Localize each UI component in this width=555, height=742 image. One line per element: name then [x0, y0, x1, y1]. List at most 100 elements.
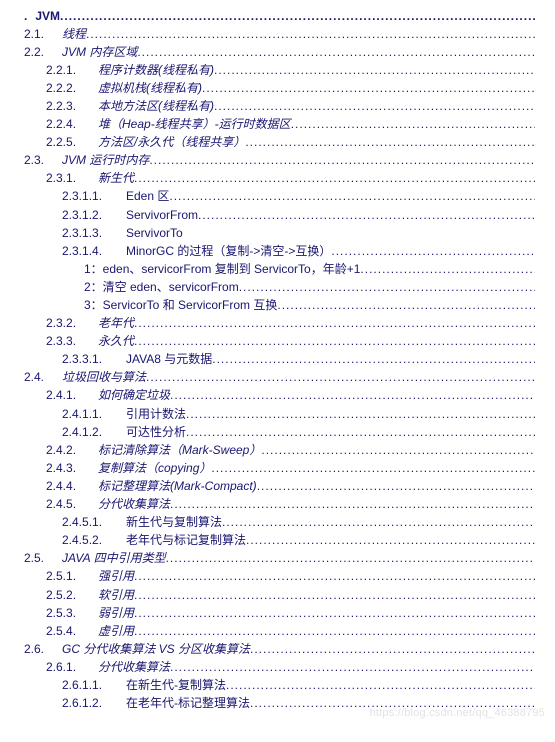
toc-entry-leader-dots: [202, 81, 535, 97]
toc-entry[interactable]: 3：ServicorTo 和 ServicorFrom 互换: [24, 298, 535, 314]
toc-entry-leader-dots: [250, 696, 535, 712]
toc-entry[interactable]: 2.3.1.新生代: [24, 171, 535, 187]
toc-entry-number: 2.5.1.: [46, 569, 90, 585]
toc-entry[interactable]: 2.4.5.1. 新生代与复制算法: [24, 515, 535, 531]
toc-entry[interactable]: 2.5.JAVA 四中引用类型: [24, 551, 535, 567]
toc-entry-title: 方法区/永久代（线程共享）: [98, 135, 245, 151]
toc-entry-leader-dots: [137, 45, 535, 61]
toc-entry[interactable]: 2.2.2.虚拟机栈(线程私有): [24, 81, 535, 97]
toc-entry-number: 2.4.5.: [46, 497, 90, 513]
toc-entry[interactable]: 2.2.5. 方法区/永久代（线程共享）: [24, 135, 535, 151]
toc-entry-title: 永久代: [98, 334, 134, 350]
toc-entry-number: 2.4.: [24, 370, 54, 386]
toc-entry-title: 垃圾回收与算法: [62, 370, 146, 386]
toc-entry-number: 2.2.3.: [46, 99, 90, 115]
toc-entry[interactable]: 2.4.5.2.老年代与标记复制算法: [24, 533, 535, 549]
toc-entry-number: 2.3.3.1.: [62, 352, 118, 368]
toc-entry-number: 2.4.5.1.: [62, 515, 118, 531]
toc-entry[interactable]: 2.5.4.虚引用: [24, 624, 535, 640]
toc-entry-number: 2.5.2.: [46, 588, 90, 604]
toc-entry-leader-dots: [214, 63, 535, 79]
toc-entry-leader-dots: [198, 208, 535, 224]
toc-entry-leader-dots: [212, 352, 535, 368]
toc-entry-title: JVM: [35, 9, 60, 25]
toc-entry-leader-dots: [166, 551, 535, 567]
toc-entry[interactable]: 2.6.1.2.在老年代-标记整理算法: [24, 696, 535, 712]
toc-entry[interactable]: 2.6.1.分代收集算法: [24, 660, 535, 676]
toc-entry-title: 强引用: [98, 569, 134, 585]
toc-entry-number: 2.3.3.: [46, 334, 90, 350]
toc-entry[interactable]: 2.6.1.1. 在新生代-复制算法: [24, 678, 535, 694]
toc-entry-number: 2.4.1.1.: [62, 407, 118, 423]
toc-entry[interactable]: 2.3.3. 永久代: [24, 334, 535, 350]
toc-entry-leader-dots: [170, 660, 535, 676]
toc-entry[interactable]: 2.4.1.1. 引用计数法: [24, 407, 535, 423]
toc-entry-leader-dots: [277, 298, 535, 314]
toc-entry-leader-dots: [214, 99, 535, 115]
toc-entry-number: 2.2.: [24, 45, 54, 61]
toc-entry-number: 2.6.1.2.: [62, 696, 118, 712]
toc-entry-title: 弱引用: [98, 606, 134, 622]
toc-entry-title: 新生代: [98, 171, 134, 187]
toc-entry-number: 2.3.1.4.: [62, 244, 118, 260]
toc-entry-leader-dots: [250, 642, 535, 658]
toc-entry[interactable]: 2.3.2.老年代: [24, 316, 535, 332]
toc-entry-title: 本地方法区(线程私有): [98, 99, 214, 115]
toc-entry[interactable]: 2.4.5.分代收集算法: [24, 497, 535, 513]
toc-entry[interactable]: 2.5.2. 软引用: [24, 588, 535, 604]
toc-entry[interactable]: 2.4.1.2.可达性分析: [24, 425, 535, 441]
toc-entry[interactable]: . JVM: [24, 9, 535, 25]
toc-entry[interactable]: 2.3. JVM 运行时内存: [24, 153, 535, 169]
toc-entry[interactable]: 1：eden、servicorFrom 复制到 ServicorTo，年龄+1: [24, 262, 535, 278]
toc-entry-title: JVM 运行时内存: [62, 153, 149, 169]
toc-entry[interactable]: 2.2.1.程序计数器(线程私有): [24, 63, 535, 79]
toc-entry-leader-dots: [60, 9, 535, 25]
toc-entry[interactable]: 2.6.GC 分代收集算法 VS 分区收集算法: [24, 642, 535, 658]
toc-entry[interactable]: 2.4.4.标记整理算法(Mark-Compact): [24, 479, 535, 495]
toc-entry-number: .: [24, 9, 27, 25]
toc-entry[interactable]: 2.4.1.如何确定垃圾: [24, 388, 535, 404]
toc-entry-title: ServivorFrom: [126, 208, 198, 224]
toc-entry-leader-dots: [134, 171, 535, 187]
toc-entry-leader-dots: [360, 262, 535, 278]
toc-entry-title: JAVA8 与元数据: [126, 352, 212, 368]
toc-entry-number: 2.3.: [24, 153, 54, 169]
toc-entry-title: GC 分代收集算法 VS 分区收集算法: [62, 642, 250, 658]
toc-entry[interactable]: 2：清空 eden、servicorFrom: [24, 280, 535, 296]
toc-entry[interactable]: 2.1.线程: [24, 27, 535, 43]
toc-entry-title: 虚拟机栈(线程私有): [98, 81, 202, 97]
toc-entry[interactable]: 2.2.JVM 内存区域: [24, 45, 535, 61]
toc-entry-title: 分代收集算法: [98, 660, 170, 676]
toc-entry-title: MinorGC 的过程（复制->清空->互换）: [126, 244, 331, 260]
toc-entry[interactable]: 2.4.3.复制算法（copying）: [24, 461, 535, 477]
toc-entry[interactable]: 2.3.1.3.ServivorTo: [24, 226, 535, 242]
toc-entry[interactable]: 2.3.1.1.Eden 区: [24, 189, 535, 205]
toc-entry[interactable]: 2.2.3. 本地方法区(线程私有): [24, 99, 535, 115]
toc-entry[interactable]: 2.4.2.标记清除算法（Mark-Sweep）: [24, 443, 535, 459]
toc-entry[interactable]: 2.4. 垃圾回收与算法: [24, 370, 535, 386]
toc-entry-title: 软引用: [98, 588, 134, 604]
toc-entry-title: 堆（Heap-线程共享）-运行时数据区: [98, 117, 291, 133]
toc-entry-title: 引用计数法: [126, 407, 186, 423]
toc-entry-leader-dots: [169, 189, 535, 205]
toc-entry-number: 2.2.5.: [46, 135, 90, 151]
toc-entry-title: 老年代: [98, 316, 134, 332]
toc-entry-leader-dots: [211, 461, 535, 477]
toc-entry-leader-dots: [134, 588, 535, 604]
toc-entry-title: 在新生代-复制算法: [126, 678, 226, 694]
toc-entry-title: 老年代与标记复制算法: [126, 533, 246, 549]
toc-entry[interactable]: 2.5.3.弱引用: [24, 606, 535, 622]
toc-entry[interactable]: 2.2.4.堆（Heap-线程共享）-运行时数据区: [24, 117, 535, 133]
toc-page: . JVM 2.1.线程 2.2.JVM 内存区域 2.2.1.程序计数器(线程私有) 2…: [0, 0, 555, 724]
toc-entry-title: 线程: [62, 27, 86, 43]
toc-entry[interactable]: 2.3.1.2.ServivorFrom: [24, 208, 535, 224]
toc-entry-title: 标记清除算法（Mark-Sweep）: [98, 443, 261, 459]
toc-entry-title: 新生代与复制算法: [126, 515, 222, 531]
table-of-contents: . JVM 2.1.线程 2.2.JVM 内存区域 2.2.1.程序计数器(线程私有) 2…: [24, 9, 535, 712]
toc-entry[interactable]: 2.3.1.4. MinorGC 的过程（复制->清空->互换）: [24, 244, 535, 260]
toc-entry[interactable]: 2.3.3.1. JAVA8 与元数据: [24, 352, 535, 368]
toc-entry-leader-dots: [291, 117, 535, 133]
toc-entry-number: 2.4.1.2.: [62, 425, 118, 441]
toc-entry-number: 2.6.1.1.: [62, 678, 118, 694]
toc-entry[interactable]: 2.5.1. 强引用: [24, 569, 535, 585]
